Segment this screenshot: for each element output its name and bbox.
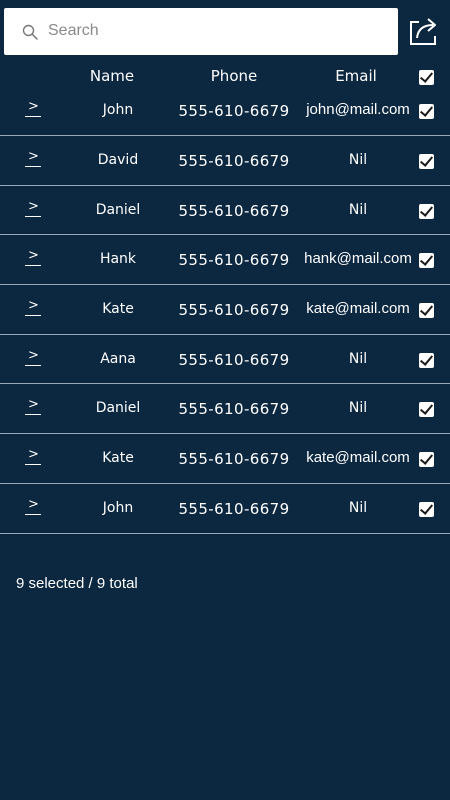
contact-phone: 555-610-6679 xyxy=(178,152,290,170)
contact-name: Daniel xyxy=(95,400,141,417)
column-header-name[interactable]: Name xyxy=(62,67,162,85)
search-icon xyxy=(22,24,38,40)
row-checkbox[interactable] xyxy=(419,452,434,468)
contact-email: john@mail.com xyxy=(306,101,410,118)
contact-email: hank@mail.com xyxy=(304,250,412,268)
row-checkbox[interactable] xyxy=(419,352,434,368)
contact-email: Nil xyxy=(348,499,368,516)
top-bar xyxy=(0,0,450,64)
chevron-right-icon[interactable]: > xyxy=(25,497,41,516)
contact-name: Hank xyxy=(99,251,137,268)
contact-email: Nil xyxy=(348,350,368,367)
row-checkbox[interactable] xyxy=(419,303,434,319)
table-header: Name Phone Email xyxy=(0,64,450,88)
table-row[interactable]: > John 555-610-6679 john@mail.com xyxy=(0,86,450,136)
contact-phone: 555-610-6679 xyxy=(178,350,290,369)
table-row[interactable]: > Daniel 555-610-6679 Nil xyxy=(0,186,450,236)
chevron-right-icon[interactable]: > xyxy=(25,248,41,267)
contact-phone: 555-610-6679 xyxy=(178,201,290,220)
contact-phone: 555-610-6679 xyxy=(178,102,290,120)
contact-phone: 555-610-6679 xyxy=(178,251,290,270)
chevron-right-icon[interactable]: > xyxy=(25,447,41,466)
row-checkbox[interactable] xyxy=(419,104,434,119)
chevron-right-icon[interactable]: > xyxy=(25,99,41,118)
row-checkbox[interactable] xyxy=(419,154,434,169)
table-row[interactable]: > John 555-610-6679 Nil xyxy=(0,484,450,534)
contact-name: Kate xyxy=(102,450,134,467)
chevron-right-icon[interactable]: > xyxy=(25,199,41,218)
contact-name: Kate xyxy=(102,301,134,318)
chevron-right-icon[interactable]: > xyxy=(25,348,41,367)
contact-email: Nil xyxy=(348,400,368,417)
contact-name: John xyxy=(102,102,134,118)
contact-name: Aana xyxy=(100,350,136,367)
search-box[interactable] xyxy=(4,8,398,55)
contact-phone: 555-610-6679 xyxy=(178,450,290,469)
row-checkbox[interactable] xyxy=(419,501,434,517)
column-header-email[interactable]: Email xyxy=(306,67,406,85)
selection-status: 9 selected / 9 total xyxy=(16,575,138,592)
contact-phone: 555-610-6679 xyxy=(178,301,290,320)
contact-list: > John 555-610-6679 john@mail.com > David 555-… xyxy=(0,86,450,534)
column-header-phone[interactable]: Phone xyxy=(184,67,284,85)
table-row[interactable]: > Kate 555-610-6679 kate@mail.com xyxy=(0,285,450,335)
contact-phone: 555-610-6679 xyxy=(178,499,290,518)
contact-email: kate@mail.com xyxy=(306,300,410,318)
table-row[interactable]: > Hank 555-610-6679 hank@mail.com xyxy=(0,235,450,286)
chevron-right-icon[interactable]: > xyxy=(25,298,41,317)
table-row[interactable]: > Daniel 555-610-6679 Nil xyxy=(0,384,450,435)
table-row[interactable]: > Kate 555-610-6679 kate@mail.com xyxy=(0,434,450,484)
chevron-right-icon[interactable]: > xyxy=(25,149,41,168)
table-row[interactable]: > David 555-610-6679 Nil xyxy=(0,136,450,186)
contact-email: kate@mail.com xyxy=(306,449,410,467)
row-checkbox[interactable] xyxy=(419,203,434,219)
row-checkbox[interactable] xyxy=(419,402,434,418)
chevron-right-icon[interactable]: > xyxy=(25,397,41,416)
contact-email: Nil xyxy=(348,152,368,168)
row-checkbox[interactable] xyxy=(419,253,434,269)
contact-email: Nil xyxy=(348,201,368,218)
contact-name: Daniel xyxy=(95,201,141,218)
share-icon[interactable] xyxy=(406,14,442,48)
contact-phone: 555-610-6679 xyxy=(178,400,290,419)
search-input[interactable] xyxy=(48,18,378,44)
contact-name: John xyxy=(102,499,134,516)
table-row[interactable]: > Aana 555-610-6679 Nil xyxy=(0,335,450,385)
select-all-checkbox[interactable] xyxy=(419,70,434,85)
contact-name: David xyxy=(97,152,139,168)
